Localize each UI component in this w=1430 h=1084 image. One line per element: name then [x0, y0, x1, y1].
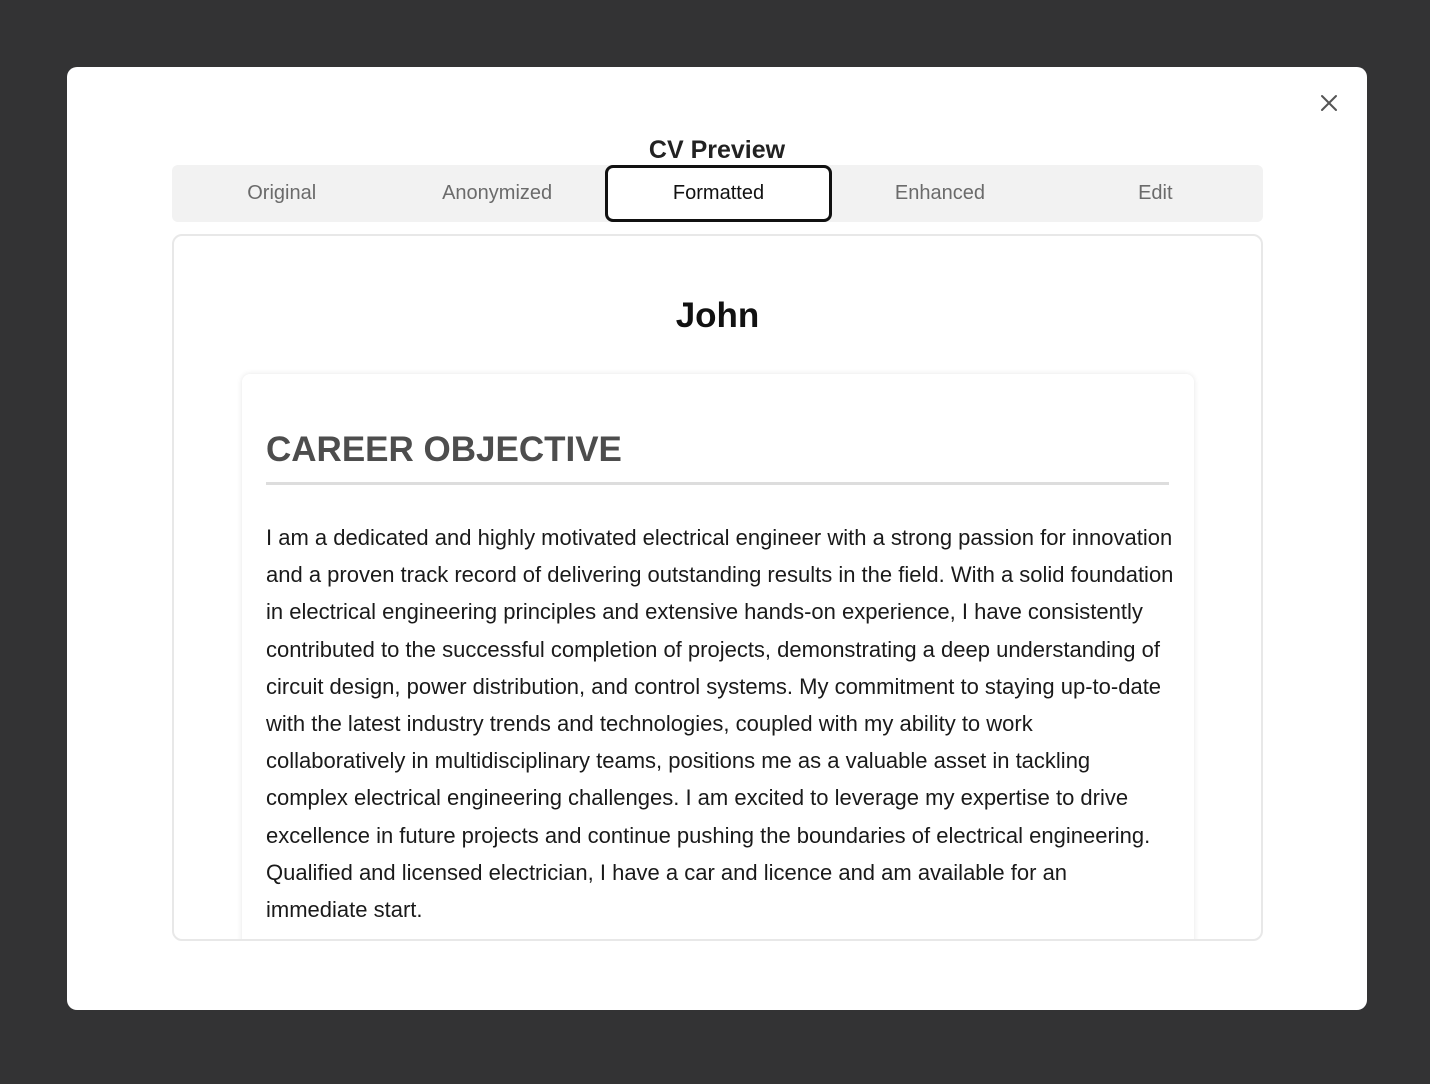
close-icon: [1321, 95, 1337, 111]
modal-title: CV Preview: [648, 136, 786, 164]
section-heading: CAREER OBJECTIVE: [266, 428, 1169, 485]
cv-candidate-name: John: [675, 296, 760, 335]
tab-original[interactable]: Original: [174, 165, 389, 222]
close-button[interactable]: [1317, 91, 1341, 115]
tab-formatted[interactable]: Formatted: [604, 165, 833, 222]
career-objective-section: CAREER OBJECTIVE I am a dedicated and hi…: [242, 374, 1194, 939]
tab-enhanced[interactable]: Enhanced: [832, 165, 1047, 222]
section-body: I am a dedicated and highly motivated el…: [266, 525, 1174, 923]
tab-edit[interactable]: Edit: [1048, 165, 1263, 222]
cv-preview-panel[interactable]: John CAREER OBJECTIVE I am a dedicated a…: [172, 234, 1263, 941]
view-tabs: Original Anonymized Formatted Enhanced E…: [172, 165, 1263, 222]
tab-anonymized[interactable]: Anonymized: [389, 165, 604, 222]
cv-preview-modal: CV Preview Original Anonymized Formatted…: [67, 67, 1367, 1010]
